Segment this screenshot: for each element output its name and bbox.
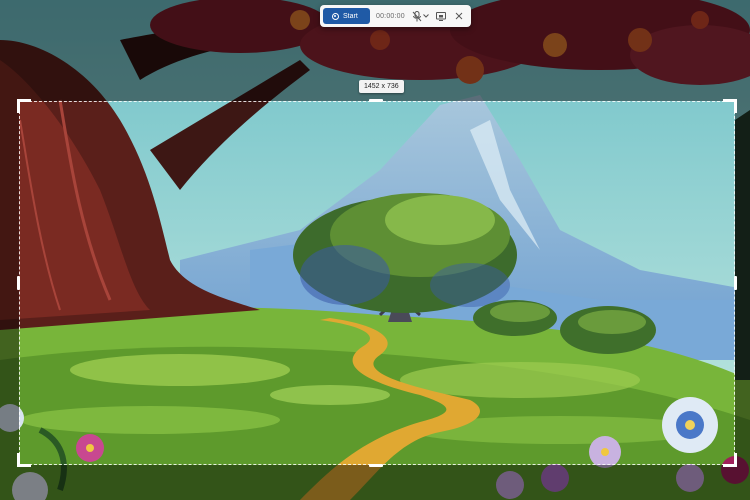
capture-region[interactable] [19, 101, 735, 465]
recording-toolbar: Start 00:00:00 [320, 5, 471, 27]
resize-handle-bottom-left[interactable] [17, 453, 31, 467]
resize-handle-bottom-right[interactable] [723, 453, 737, 467]
timer-display: 00:00:00 [376, 12, 405, 20]
resize-handle-top[interactable] [369, 99, 383, 102]
close-icon [455, 12, 463, 20]
resize-handle-left[interactable] [17, 276, 20, 290]
resize-handle-bottom[interactable] [369, 464, 383, 467]
resize-handle-top-left[interactable] [17, 99, 31, 113]
screen-capture-button[interactable] [434, 8, 448, 24]
dim-overlay-bottom [0, 465, 750, 500]
resize-handle-top-right[interactable] [723, 99, 737, 113]
dimensions-label: 1452 x 736 [359, 80, 404, 93]
record-icon [332, 12, 339, 20]
start-button[interactable]: Start [323, 8, 370, 24]
microphone-muted-icon [412, 10, 422, 21]
start-label: Start [343, 12, 358, 20]
close-button[interactable] [452, 8, 466, 24]
dim-overlay-right [735, 101, 750, 465]
microphone-toggle[interactable] [412, 8, 430, 24]
chevron-down-icon [423, 14, 430, 18]
resize-handle-right[interactable] [734, 276, 737, 290]
screen-capture-icon [435, 11, 446, 21]
